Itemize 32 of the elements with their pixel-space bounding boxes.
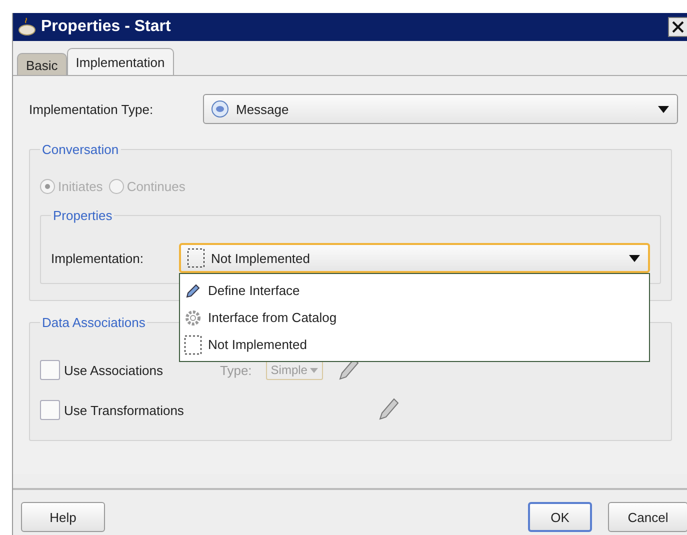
caret-icon bbox=[658, 106, 669, 112]
gear-icon bbox=[184, 308, 202, 326]
dialog-button[interactable]: OK bbox=[528, 502, 592, 532]
menu-item[interactable]: Define Interface bbox=[180, 277, 649, 304]
dialog-button[interactable]: Cancel bbox=[608, 502, 687, 532]
menu-item[interactable]: Interface from Catalog bbox=[180, 304, 649, 331]
pencil-icon[interactable] bbox=[377, 396, 399, 420]
dialog-button[interactable]: Help bbox=[21, 502, 105, 532]
type-label: Type: bbox=[220, 362, 252, 378]
implementation-type-dropdown[interactable]: Message bbox=[203, 94, 678, 124]
dashed-box-icon bbox=[187, 248, 205, 268]
checkbox-label: Use Associations bbox=[64, 362, 164, 378]
checkbox[interactable] bbox=[40, 400, 60, 420]
group-title: Data Associations bbox=[41, 315, 146, 330]
checkbox-label: Use Transformations bbox=[64, 402, 185, 418]
caret-icon bbox=[310, 368, 318, 372]
message-icon bbox=[210, 99, 230, 119]
field-label: Implementation: bbox=[51, 250, 144, 266]
group-title: Properties bbox=[52, 208, 114, 223]
pencil-icon bbox=[184, 282, 202, 300]
window-title: Properties - Start bbox=[41, 18, 172, 36]
implementation-dropdown[interactable]: Not Implemented bbox=[179, 243, 650, 273]
tab[interactable]: Basic bbox=[17, 53, 67, 75]
checkbox[interactable] bbox=[40, 360, 60, 380]
close-button[interactable] bbox=[668, 17, 687, 37]
field-label: Implementation Type: bbox=[29, 102, 154, 116]
dashed-box-icon bbox=[184, 334, 202, 354]
teapot-icon bbox=[17, 17, 37, 37]
caret-icon bbox=[629, 254, 640, 262]
group-title: Conversation bbox=[41, 142, 120, 157]
menu-item[interactable]: Not Implemented bbox=[180, 331, 649, 358]
tab[interactable]: Implementation bbox=[66, 48, 174, 75]
